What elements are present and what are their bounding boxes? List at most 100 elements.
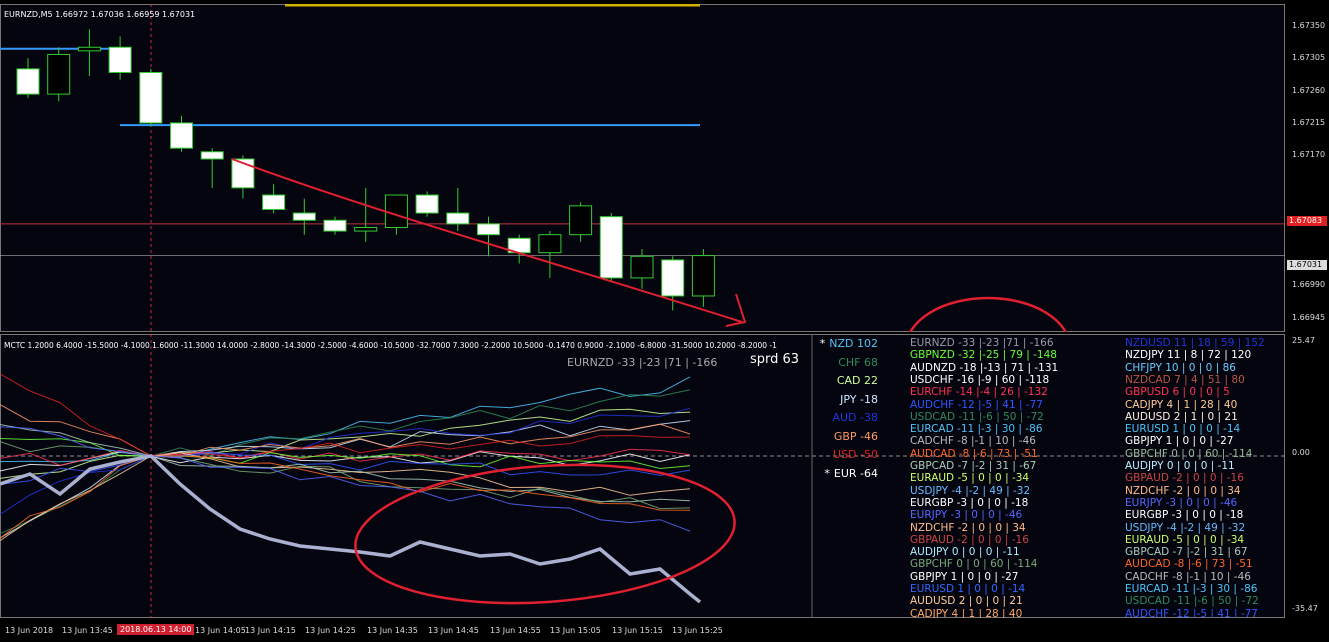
candle [538, 231, 562, 278]
time-axis-label: 13 Jun 14:35 [367, 626, 418, 635]
pair-row: USDJPY -4 |-2 | 49 | -32 [1125, 521, 1246, 534]
time-axis-label: 13 Jun 15:05 [550, 626, 601, 635]
candle-bear-body [262, 194, 286, 210]
candle [599, 213, 623, 282]
indicator-axis[interactable]: 25.47 0.00 -35.47 [1286, 334, 1329, 618]
currency-row-usd: USD -50 [833, 448, 878, 461]
pair-row: GBPNZD -32 |-25 | 79 | -148 [910, 349, 1057, 362]
candle [292, 198, 316, 235]
candle [16, 58, 40, 98]
candle-bear-body [446, 212, 470, 225]
pair-row: AUDJPY 0 | 0 | 0 | -11 [910, 546, 1020, 559]
pair-row: USDCHF -16 |-9 | 60 | -118 [910, 373, 1050, 386]
pair-row: GBPCHF 0 | 0 | 60 | -114 [1125, 447, 1253, 460]
chart-title: EURNZD,M5 1.66972 1.67036 1.66959 1.6703… [4, 10, 196, 19]
crosshair-time-tag: 2018.06.13 14:00 [117, 624, 195, 635]
pair-row: EURAUD -5 | 0 | 0 | -34 [1125, 533, 1245, 546]
indicator-axis-top: 25.47 [1292, 336, 1315, 345]
red-line-price-tag: 1.67083 [1287, 216, 1327, 226]
currency-row-cad: CAD 22 [836, 374, 878, 387]
candle-bear-body [477, 223, 500, 236]
pair-row: NZDCAD 7 | 4 | 51 | 80 [1125, 373, 1245, 386]
indicator-axis-bottom: -35.47 [1292, 604, 1318, 613]
currency-row-gbp: GBP -46 [833, 429, 878, 443]
pair-readout: EURNZD -33 |-23 |71 | -166 [567, 356, 718, 369]
candle-bull-body [77, 46, 101, 52]
indicator-title: MCTC 1.2000 6.4000 -15.5000 -4.1000 1.60… [4, 341, 777, 350]
spread-readout: sprd 63 [750, 352, 800, 367]
candle-bull-body [569, 205, 593, 236]
price-axis-label: 1.67350 [1292, 20, 1326, 30]
pair-row: USDCAD -11 |-6 | 50 | -72 [1125, 595, 1259, 608]
pair-row: GBPUSD 6 | 0 | 0 | 5 [1125, 386, 1230, 399]
pair-row: AUDCAD -8 |-6 | 73 | -51 [1125, 558, 1253, 571]
price-axis[interactable]: 1.67350 1.67305 1.67260 1.67215 1.67170 1.670… [1286, 4, 1329, 332]
price-axis-label: 1.67170 [1292, 150, 1326, 160]
candle-bull-body [354, 226, 378, 232]
pair-row: GBPAUD -2 | 0 | 0 | -16 [910, 533, 1029, 546]
time-axis-label: 13 Jun 13:45 [62, 626, 113, 635]
candle-bear-body [108, 46, 132, 73]
time-axis-label: 13 Jun 14:05 [195, 626, 246, 635]
candle-bear-body [415, 194, 439, 214]
candle [630, 249, 654, 289]
pair-row: EURAUD -5 | 0 | 0 | -34 [910, 472, 1030, 485]
pair-row: CHFJPY 10 | 0 | 0 | 86 [1125, 361, 1236, 374]
price-axis-label: 1.67305 [1292, 53, 1326, 63]
currency-row-nzd: * NZD 102 [819, 337, 878, 350]
time-axis-label: 13 Jun 15:15 [612, 626, 663, 635]
pair-row: AUDCAD -8 |-6 | 73 | -51 [910, 447, 1038, 460]
pair-row: EURUSD 1 | 0 | 0 | -14 [1125, 423, 1241, 436]
candle-bull-body [691, 255, 715, 297]
candle-bull-body [630, 255, 654, 279]
pair-row: GBPCAD -7 |-2 | 31 | -67 [910, 460, 1037, 472]
price-axis-label: 1.66945 [1292, 312, 1326, 322]
currency-row-jpy: JPY -18 [840, 392, 878, 406]
candle [231, 155, 255, 199]
indicator-canvas[interactable] [0, 334, 1285, 618]
pair-row: CADCHF -8 |-1 | 10 | -46 [1125, 570, 1251, 583]
candle [262, 184, 286, 214]
pair-row: AUDJPY 0 | 0 | 0 | -11 [1125, 460, 1235, 472]
currency-row-aud: AUD -38 [832, 411, 878, 424]
candle [47, 47, 71, 102]
time-axis-label: 13 Jun 15:25 [672, 626, 723, 635]
time-axis-label: 13 Jun 14:45 [428, 626, 479, 635]
candle [507, 234, 531, 264]
pair-row: GBPCHF 0 | 0 | 60 | -114 [910, 558, 1038, 571]
pair-row: EURGBP -3 | 0 | 0 | -18 [1125, 509, 1244, 522]
candle [569, 202, 593, 242]
candle [323, 216, 347, 235]
candle [170, 115, 193, 152]
pair-row: EURCAD -11 |-3 | 30 | -86 [910, 423, 1043, 436]
candle-bear-body [139, 71, 163, 124]
currency-row-eur: * EUR -64 [824, 466, 878, 480]
candle [139, 68, 163, 127]
price-axis-label: 1.67260 [1292, 85, 1326, 95]
pair-row: AUDCHF -12 |-5 | 41 | -77 [910, 398, 1043, 411]
pair-row: GBPAUD -2 | 0 | 0 | -16 [1125, 472, 1244, 485]
pair-row: USDJPY -4 |-2 | 49 | -32 [910, 484, 1031, 497]
candle-bull-body [538, 234, 562, 254]
pair-row: EURCHF -14 |-4 | 26 | -132 [910, 386, 1048, 399]
time-axis-label: 13 Jun 14:15 [245, 626, 296, 635]
last-price-tag: 1.67031 [1287, 260, 1327, 270]
candle [354, 187, 378, 242]
price-chart-canvas[interactable] [0, 4, 1285, 332]
candle-bear-body [292, 212, 316, 221]
indicator-axis-mid: 0.00 [1292, 448, 1310, 457]
candle [446, 187, 470, 232]
pair-row: NZDCHF -2 | 0 | 0 | 34 [910, 521, 1026, 534]
candle [108, 36, 132, 80]
pair-row: NZDJPY 11 | 8 | 72 | 120 [1125, 349, 1252, 362]
candle [415, 191, 439, 217]
pair-row: EURNZD -33 |-23 |71 | -166 [910, 337, 1054, 349]
time-axis[interactable]: 13 Jun 2018 13 Jun 13:45 13 Jun 14:05 13 Ju… [0, 618, 1329, 642]
pair-row: GBPJPY 1 | 0 | 0 | -27 [910, 570, 1019, 583]
pair-row: EURCAD -11 |-3 | 30 | -86 [1125, 583, 1258, 595]
candle [477, 216, 500, 257]
highlight-circle-lines [354, 463, 736, 605]
pair-row: AUDUSD 2 | 0 | 0 | 21 [910, 595, 1023, 608]
pair-row: CADCHF -8 |-1 | 10 | -46 [910, 435, 1036, 448]
candle-bear-body [16, 68, 40, 95]
